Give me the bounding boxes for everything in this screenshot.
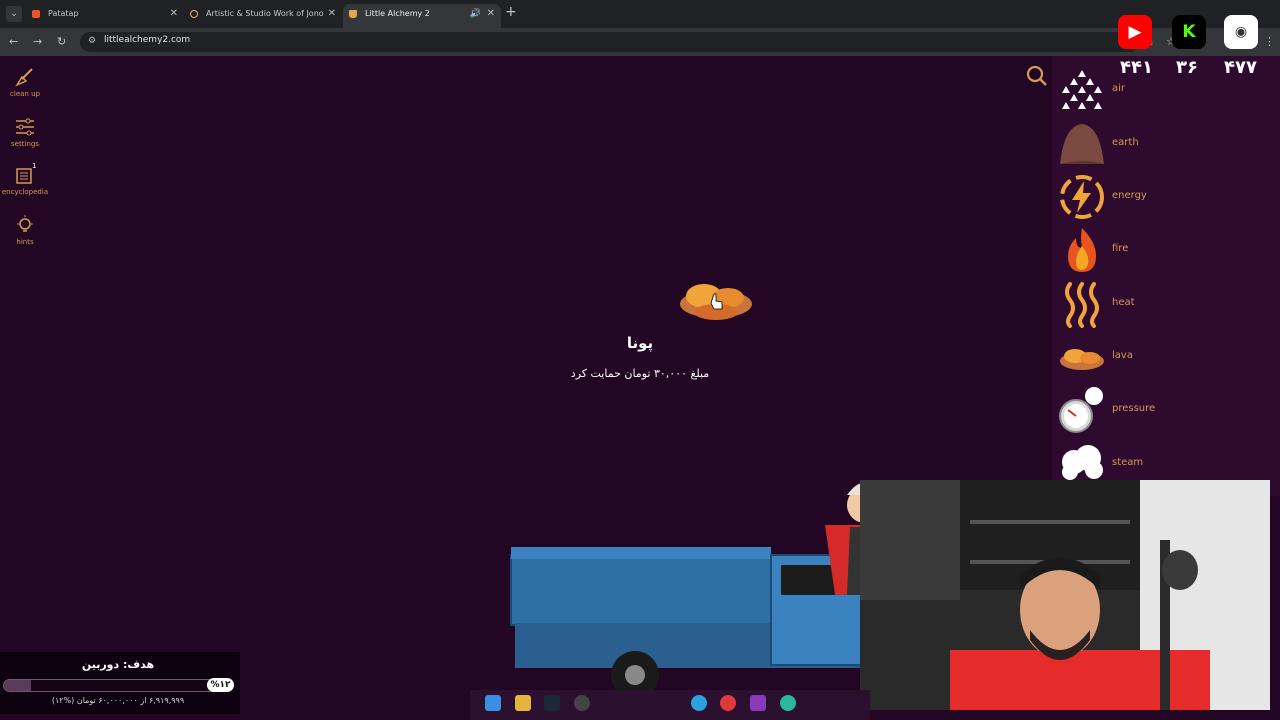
steam-app-icon[interactable]: [544, 695, 560, 711]
element-label: steam: [1112, 457, 1144, 468]
heat-icon: [1065, 282, 1099, 328]
tool-label: hints: [16, 238, 34, 246]
back-arrow-icon[interactable]: ←: [9, 35, 18, 48]
goal-amount-text: ۶,۹۱۹,۹۹۹ از ۶۰,۰۰۰,۰۰۰ تومان (%۱۲): [51, 696, 185, 705]
jono-favicon-icon: [190, 10, 198, 18]
element-label: pressure: [1112, 403, 1156, 414]
close-icon[interactable]: ✕: [170, 4, 178, 24]
donation-goal-widget: هدف: دوربین ۶,۹۱۹,۹۹۹ از ۶۰,۰۰۰,۰۰۰ توما…: [0, 652, 240, 714]
speaker-icon[interactable]: 🔊: [470, 4, 481, 24]
screen: ⌄ Patatap ✕ Artistic & Studio Work of Jo…: [0, 0, 1280, 720]
pressure-icon: [1059, 387, 1103, 433]
reload-icon[interactable]: ↻: [57, 35, 66, 48]
menu-kebab-icon[interactable]: ⋮: [1264, 35, 1275, 48]
donation-message: مبلغ ۳۰,۰۰۰ تومان حمایت کرد: [570, 367, 710, 380]
element-air[interactable]: air: [1058, 66, 1258, 114]
earth-icon: [1060, 124, 1104, 164]
tab-search-button[interactable]: ⌄: [6, 6, 22, 22]
url-text: littlealchemy2.com: [104, 35, 191, 45]
element-earth[interactable]: earth: [1058, 120, 1258, 168]
browser-tab-bar: ⌄ Patatap ✕ Artistic & Studio Work of Jo…: [0, 0, 1280, 28]
new-tab-button[interactable]: +: [505, 4, 517, 20]
patatap-favicon-icon: [32, 10, 40, 18]
windows-start-icon[interactable]: [485, 695, 501, 711]
tab-title: Patatap: [48, 9, 79, 18]
element-energy[interactable]: energy: [1058, 173, 1258, 221]
site-info-icon[interactable]: ⚙: [88, 36, 96, 46]
element-label: lava: [1112, 350, 1133, 361]
hints-button[interactable]: hints: [0, 214, 50, 246]
clean-up-button[interactable]: clean up: [0, 66, 50, 98]
lightbulb-icon: [17, 215, 33, 232]
app-r-icon[interactable]: [750, 695, 766, 711]
goal-title: هدف: دوربین: [81, 658, 155, 671]
edge-icon[interactable]: [780, 695, 796, 711]
goal-percent-badge: %۱۲: [207, 678, 234, 692]
tool-label: settings: [11, 140, 39, 148]
sliders-icon: [16, 118, 34, 136]
element-heat[interactable]: heat: [1058, 280, 1258, 328]
goal-progress-fill: [4, 680, 32, 691]
encyclopedia-badge: 1: [32, 162, 37, 170]
element-label: earth: [1112, 137, 1139, 148]
element-label: air: [1112, 83, 1126, 94]
telegram-icon[interactable]: [691, 695, 707, 711]
kick-icon: K: [1172, 15, 1206, 49]
eye-icon: ◉: [1224, 15, 1258, 49]
tab-little-alchemy[interactable]: Little Alchemy 2 🔊 ✕: [343, 4, 501, 28]
element-lava[interactable]: lava: [1058, 333, 1258, 381]
webcam-feed: [860, 480, 1270, 710]
address-bar[interactable]: ⚙ littlealchemy2.com: [80, 32, 1140, 52]
donor-name: پونا: [626, 334, 654, 352]
file-explorer-icon[interactable]: [515, 695, 531, 711]
close-icon[interactable]: ✕: [328, 4, 336, 24]
tool-label: encyclopedia: [1, 188, 49, 196]
forward-arrow-icon[interactable]: →: [33, 35, 42, 48]
browser-toolbar: ← → ↻ ⚙ littlealchemy2.com ⤓ ☆ ⋮: [0, 28, 1280, 56]
encyclopedia-button[interactable]: 1 encyclopedia: [0, 162, 50, 196]
tab-title: Artistic & Studio Work of Jono: [206, 9, 324, 18]
close-icon[interactable]: ✕: [487, 4, 495, 24]
element-fire[interactable]: fire: [1058, 226, 1258, 274]
obs-icon[interactable]: [574, 695, 590, 711]
settings-button[interactable]: settings: [0, 116, 50, 148]
tab-jono[interactable]: Artistic & Studio Work of Jono ✕: [184, 4, 342, 28]
youtube-icon: ▶: [1118, 15, 1152, 49]
goal-progress-bar: [3, 679, 233, 692]
lava-icon: [1060, 349, 1104, 370]
element-label: energy: [1112, 190, 1147, 201]
broom-icon: [15, 68, 33, 87]
webcam-scene-image: [860, 480, 1270, 710]
search-icon[interactable]: [1025, 64, 1049, 88]
tool-label: clean up: [10, 90, 40, 98]
fire-icon: [1068, 228, 1096, 272]
element-label: heat: [1112, 297, 1135, 308]
element-pressure[interactable]: pressure: [1058, 386, 1258, 434]
element-label: fire: [1112, 243, 1129, 254]
flask-favicon-icon: [349, 10, 357, 18]
energy-icon: [1060, 175, 1104, 219]
hand-cursor-icon: [710, 293, 723, 310]
tab-title: Little Alchemy 2: [365, 9, 430, 18]
air-icon: [1062, 70, 1102, 109]
app-red-icon[interactable]: [720, 695, 736, 711]
tab-patatap[interactable]: Patatap ✕: [26, 4, 184, 28]
